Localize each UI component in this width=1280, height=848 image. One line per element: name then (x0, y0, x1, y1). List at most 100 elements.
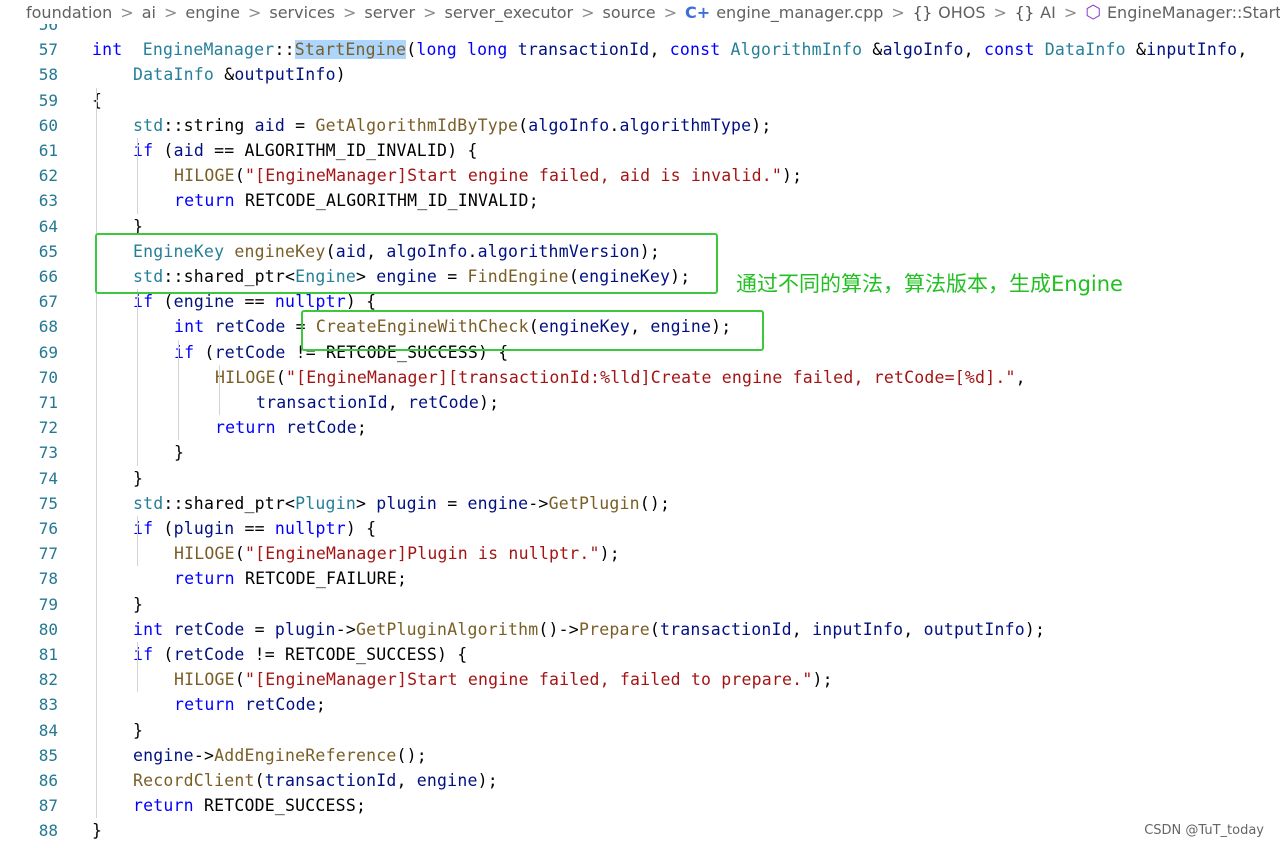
breadcrumb-item-server[interactable]: server (364, 3, 415, 22)
code-token: != RETCODE_SUCCESS) { (244, 645, 468, 664)
code-line[interactable]: 73} (0, 440, 1280, 465)
breadcrumb-item-services[interactable]: services (269, 3, 335, 22)
code-token: ::string (163, 115, 255, 135)
code-token: ( (234, 166, 245, 186)
breadcrumb-item-source[interactable]: source (603, 3, 656, 22)
code-token: AddEngineReference (214, 745, 397, 765)
code-text: return RETCODE_FAILURE; (174, 566, 407, 591)
line-number: 59 (38, 90, 58, 110)
code-token: ( (153, 292, 174, 312)
code-token: } (174, 443, 185, 463)
code-line[interactable]: 85 engine->AddEngineReference(); (0, 743, 1280, 768)
code-text: if (plugin == nullptr) { (133, 516, 376, 541)
breadcrumb-item-symbol[interactable]: EngineManager::StartEngine(long lon (1107, 3, 1280, 22)
code-line[interactable]: 80 int retCode = plugin->GetPluginAlgorit… (0, 617, 1280, 642)
code-token: Prepare (578, 619, 650, 639)
code-token: , (1015, 367, 1026, 387)
code-token: int (133, 619, 164, 639)
line-number: 76 (38, 519, 58, 538)
chevron-right-icon: > (163, 2, 178, 22)
code-token: ); (782, 166, 803, 186)
namespace-icon: {} (1014, 2, 1035, 22)
code-token: transactionId (517, 40, 650, 60)
code-token: RETCODE_FAILURE; (234, 569, 408, 589)
code-token: retCode (173, 619, 245, 639)
code-token: Plugin (295, 493, 356, 513)
code-line[interactable]: 60 std::string aid = GetAlgorithmIdByType… (0, 113, 1280, 138)
code-token: , (396, 771, 417, 790)
code-token: ; (356, 418, 368, 438)
line-number: 87 (38, 796, 58, 816)
method-cube-icon: ⬡ (1085, 1, 1101, 23)
breadcrumb-item-ai[interactable]: ai (142, 3, 156, 22)
line-number: 69 (38, 342, 58, 362)
breadcrumb-item-namespace[interactable]: OHOS (938, 3, 985, 22)
code-text: { (92, 88, 102, 113)
code-token: == (234, 292, 275, 312)
code-text: int EngineManager::StartEngine(long long… (92, 37, 1247, 62)
code-token: HILOGE (174, 544, 235, 564)
indent-guide (137, 138, 138, 214)
code-token: nullptr (274, 519, 346, 538)
code-token: ) (335, 65, 346, 85)
code-line[interactable]: 62 HILOGE("[EngineManager]Start engine fa… (0, 163, 1280, 188)
code-token: transactionId (256, 393, 388, 412)
code-line[interactable]: 87 return RETCODE_SUCCESS; (0, 793, 1280, 818)
breadcrumb-item-namespace[interactable]: AI (1040, 3, 1056, 22)
code-line[interactable]: 77 HILOGE("[EngineManager]Plugin is nullp… (0, 541, 1280, 566)
code-line[interactable]: 76 if (plugin == nullptr) { (0, 516, 1280, 541)
code-token: & (1125, 40, 1147, 60)
line-number: 85 (38, 745, 58, 765)
code-line[interactable]: 71 transactionId, retCode); (0, 390, 1280, 415)
code-line[interactable]: 82 HILOGE("[EngineManager]Start engine fa… (0, 667, 1280, 692)
highlight-box-enginekey (95, 233, 718, 294)
code-line[interactable]: 86 RecordClient(transactionId, engine); (0, 768, 1280, 793)
breadcrumb-item-server-executor[interactable]: server_executor (444, 3, 573, 22)
chevron-right-icon: > (891, 2, 905, 22)
code-line[interactable]: 70 HILOGE("[EngineManager][transactionId:… (0, 365, 1280, 390)
code-token: int (92, 40, 123, 60)
breadcrumb-item-file[interactable]: engine_manager.cpp (716, 3, 883, 22)
code-line[interactable]: 79} (0, 592, 1280, 617)
code-line[interactable]: 84} (0, 718, 1280, 743)
code-token: (); (639, 493, 671, 513)
code-line[interactable]: 57 int EngineManager::StartEngine(long lo… (0, 37, 1280, 62)
code-editor[interactable]: 56 57 int EngineManager::StartEngine(long … (0, 15, 1280, 848)
code-line[interactable]: 72 return retCode; (0, 415, 1280, 440)
code-line[interactable]: 88} (0, 818, 1280, 843)
line-number: 58 (38, 65, 58, 85)
code-line[interactable]: 81 if (retCode != RETCODE_SUCCESS) { (0, 642, 1280, 667)
indent-guide (137, 642, 138, 693)
code-text: std::shared_ptr<Plugin> plugin = engine-… (133, 491, 670, 516)
code-token: = (244, 619, 275, 639)
code-line[interactable]: 78 return RETCODE_FAILURE; (0, 566, 1280, 591)
code-token: ); (599, 544, 620, 564)
breadcrumb-item-engine[interactable]: engine (185, 3, 240, 22)
code-token: StartEngine (294, 40, 407, 60)
code-token: ( (234, 544, 245, 564)
code-token: == (234, 519, 275, 538)
code-token: HILOGE (174, 166, 235, 186)
code-token: ( (153, 645, 174, 664)
code-line[interactable]: 59 { (0, 88, 1280, 113)
code-line[interactable]: 75 std::shared_ptr<Plugin> plugin = engin… (0, 491, 1280, 516)
code-text: return retCode; (215, 415, 367, 440)
line-number: 66 (38, 267, 58, 286)
code-token: outputInfo (923, 619, 1025, 639)
code-token: :: (274, 40, 295, 60)
code-token: ( (254, 771, 265, 790)
code-line[interactable]: 61 if (aid == ALGORITHM_ID_INVALID) { (0, 138, 1280, 163)
code-line[interactable]: 58 DataInfo &outputInfo) (0, 62, 1280, 87)
code-line[interactable]: 83 return retCode; (0, 692, 1280, 717)
code-token: & (862, 40, 883, 60)
code-line[interactable]: 74} (0, 466, 1280, 491)
code-text: HILOGE("[EngineManager]Start engine fail… (174, 163, 802, 188)
code-line[interactable]: 63 return RETCODE_ALGORITHM_ID_INVALID; (0, 188, 1280, 213)
code-token: } (92, 821, 103, 841)
code-token: retCode (244, 695, 316, 715)
indent-guide (137, 516, 138, 567)
breadcrumb-item-foundation[interactable]: foundation (26, 3, 112, 22)
